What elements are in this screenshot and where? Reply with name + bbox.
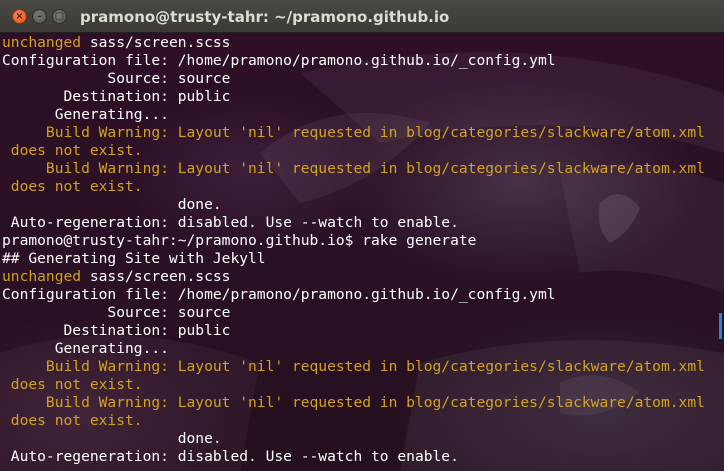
output-text: done. (2, 430, 222, 447)
terminal-line: done. (2, 196, 705, 214)
terminal-line: Build Warning: Layout 'nil' requested in… (2, 160, 705, 178)
output-text: sass/screen.scss (81, 34, 231, 51)
highlighted-text: Build Warning: Layout 'nil' requested in… (2, 124, 705, 141)
maximize-icon[interactable]: ▢ (52, 9, 67, 24)
terminal-line: unchanged sass/screen.scss (2, 34, 705, 52)
output-text: Generating... (2, 340, 169, 357)
terminal-line: ## Generating Site with Jekyll (2, 250, 705, 268)
output-text: ## Generating Site with Jekyll (2, 250, 266, 267)
output-text: pramono@trusty-tahr:~/pramono.github.io$… (2, 232, 477, 249)
highlighted-text: does not exist. (2, 178, 143, 195)
title-bar[interactable]: × – ▢ pramono@trusty-tahr: ~/pramono.git… (0, 0, 724, 33)
highlighted-text: Build Warning: Layout 'nil' requested in… (2, 160, 705, 177)
output-text: Generating... (2, 106, 169, 123)
output-text: Destination: public (2, 88, 231, 105)
terminal-line: Auto-regeneration: disabled. Use --watch… (2, 214, 705, 232)
highlighted-text: unchanged (2, 268, 82, 285)
output-text: Source: source (2, 70, 231, 87)
terminal-line: does not exist. (2, 142, 705, 160)
terminal-line: Generating... (2, 340, 705, 358)
highlighted-text: does not exist. (2, 376, 143, 393)
output-text: Configuration file: /home/pramono/pramon… (2, 286, 556, 303)
output-text: done. (2, 196, 222, 213)
highlighted-text: Build Warning: Layout 'nil' requested in… (2, 358, 705, 375)
terminal-lines: unchanged sass/screen.scss Configuration … (2, 34, 705, 466)
terminal-line: Configuration file: /home/pramono/pramon… (2, 286, 705, 304)
terminal-output-area[interactable]: unchanged sass/screen.scss Configuration … (0, 33, 724, 471)
minimize-icon[interactable]: – (32, 9, 47, 24)
highlighted-text: does not exist. (2, 142, 143, 159)
terminal-line: Source: source (2, 70, 705, 88)
output-text: sass/screen.scss (81, 268, 231, 285)
terminal-line: does not exist. (2, 376, 705, 394)
scrollbar-thumb[interactable] (719, 313, 722, 339)
output-text: Configuration file: /home/pramono/pramon… (2, 52, 556, 69)
terminal-line: Destination: public (2, 88, 705, 106)
window-title: pramono@trusty-tahr: ~/pramono.github.io (80, 8, 450, 26)
close-icon[interactable]: × (12, 9, 27, 24)
highlighted-text: Build Warning: Layout 'nil' requested in… (2, 394, 705, 411)
terminal-line: Build Warning: Layout 'nil' requested in… (2, 358, 705, 376)
highlighted-text: unchanged (2, 34, 82, 51)
output-text: Source: source (2, 304, 231, 321)
output-text: Auto-regeneration: disabled. Use --watch… (2, 448, 459, 465)
highlighted-text: does not exist. (2, 412, 143, 429)
output-text: Destination: public (2, 322, 231, 339)
terminal-line: Auto-regeneration: disabled. Use --watch… (2, 448, 705, 466)
terminal-line: Destination: public (2, 322, 705, 340)
terminal-window: × – ▢ pramono@trusty-tahr: ~/pramono.git… (0, 0, 724, 471)
terminal-line: Source: source (2, 304, 705, 322)
terminal-line: Configuration file: /home/pramono/pramon… (2, 52, 705, 70)
terminal-line: pramono@trusty-tahr:~/pramono.github.io$… (2, 232, 705, 250)
terminal-line: Build Warning: Layout 'nil' requested in… (2, 394, 705, 412)
terminal-line: unchanged sass/screen.scss (2, 268, 705, 286)
terminal-line: done. (2, 430, 705, 448)
terminal-line: does not exist. (2, 412, 705, 430)
terminal-line: Build Warning: Layout 'nil' requested in… (2, 124, 705, 142)
terminal-line: does not exist. (2, 178, 705, 196)
terminal-line: Generating... (2, 106, 705, 124)
output-text: Auto-regeneration: disabled. Use --watch… (2, 214, 459, 231)
